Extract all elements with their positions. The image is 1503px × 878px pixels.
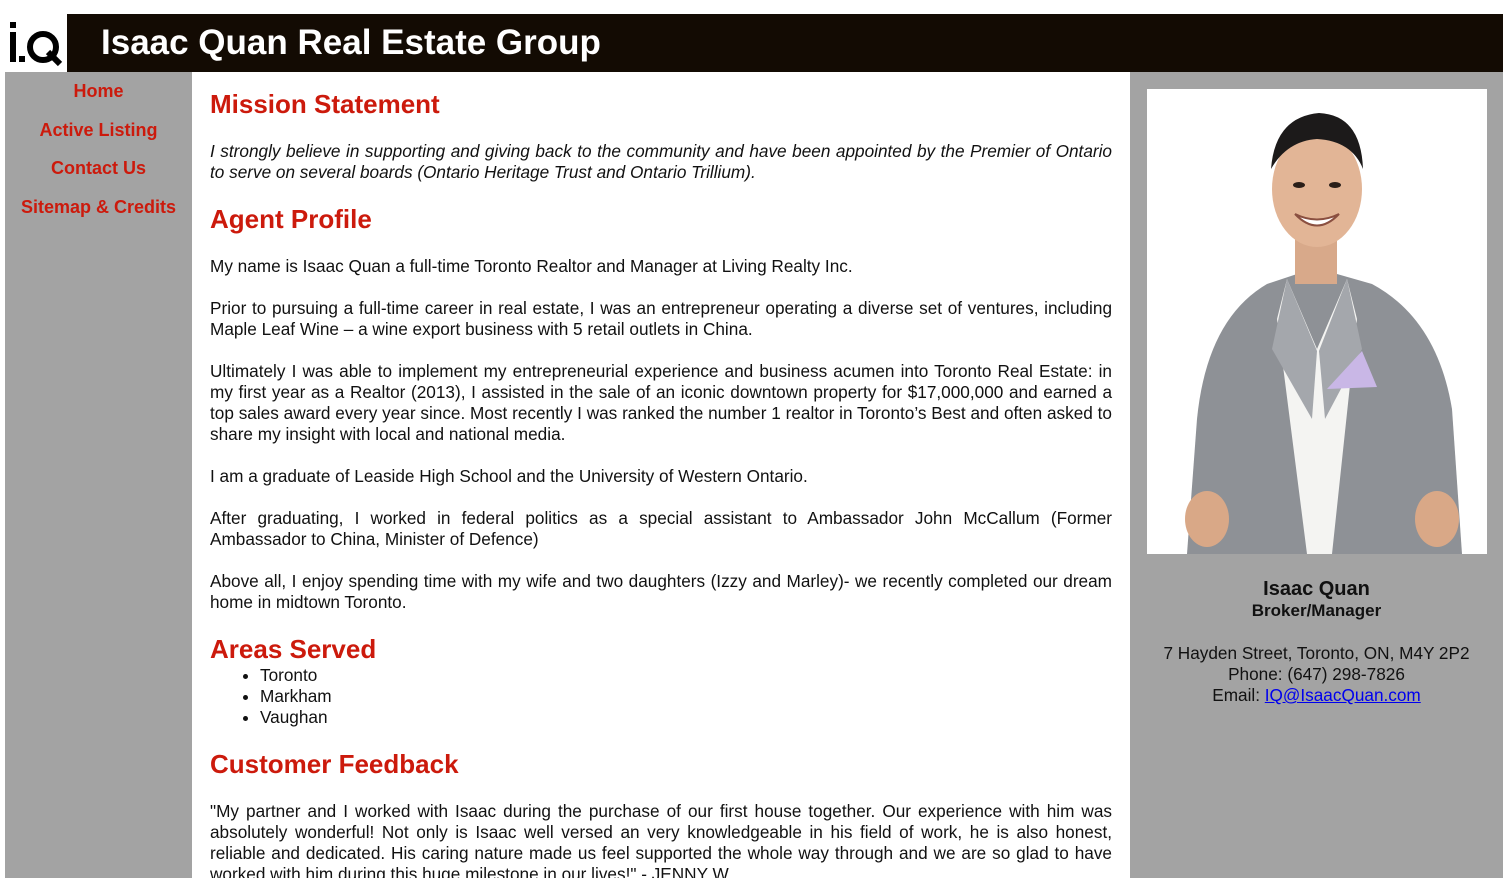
feedback-text: "My partner and I worked with Isaac duri…: [210, 801, 1112, 878]
agent-photo: [1147, 89, 1487, 554]
area-item: Markham: [260, 686, 332, 707]
agent-email-line: Email: IQ@IsaacQuan.com: [1130, 685, 1503, 706]
profile-paragraph: Ultimately I was able to implement my en…: [210, 361, 1112, 444]
agent-title: Broker/Manager: [1251, 601, 1382, 620]
agent-portrait-icon: [1147, 89, 1487, 554]
profile-paragraph: Prior to pursuing a full-time career in …: [210, 298, 1112, 339]
areas-heading: Areas Served: [210, 634, 377, 664]
profile-heading: Agent Profile: [210, 204, 372, 234]
page: Isaac Quan Real Estate Group Home Active…: [0, 0, 1503, 878]
site-header: Isaac Quan Real Estate Group: [5, 14, 1503, 72]
agent-panel: Isaac Quan Broker/Manager 7 Hayden Stree…: [1130, 72, 1503, 878]
agent-info: Isaac Quan Broker/Manager 7 Hayden Stree…: [1130, 577, 1503, 706]
logo[interactable]: [5, 14, 67, 72]
logo-mark: [8, 18, 64, 79]
areas-list: Toronto Markham Vaughan: [210, 665, 332, 728]
site-title[interactable]: Isaac Quan Real Estate Group: [101, 22, 601, 64]
agent-phone: Phone: (647) 298-7826: [1228, 664, 1405, 684]
agent-name: Isaac Quan: [1263, 578, 1370, 600]
nav-sitemap-credits-link[interactable]: Sitemap & Credits: [5, 196, 192, 218]
profile-paragraph: I am a graduate of Leaside High School a…: [210, 466, 808, 486]
profile-paragraph: Above all, I enjoy spending time with my…: [210, 571, 1112, 612]
agent-email-link[interactable]: IQ@IsaacQuan.com: [1265, 685, 1421, 705]
area-item: Toronto: [260, 665, 332, 686]
mission-heading: Mission Statement: [210, 89, 440, 119]
iq-logo-icon: [10, 22, 63, 67]
profile-paragraph: After graduating, I worked in federal po…: [210, 508, 1112, 549]
sidebar-nav: Home Active Listing Contact Us Sitemap &…: [5, 72, 192, 878]
main-content: Mission Statement I strongly believe in …: [192, 72, 1130, 878]
nav-home-link[interactable]: Home: [5, 80, 192, 102]
agent-address: 7 Hayden Street, Toronto, ON, M4Y 2P2: [1163, 643, 1470, 663]
feedback-heading: Customer Feedback: [210, 749, 459, 779]
mission-text: I strongly believe in supporting and giv…: [210, 141, 1112, 182]
nav-active-listing-link[interactable]: Active Listing: [5, 119, 192, 141]
area-item: Vaughan: [260, 707, 332, 728]
profile-paragraph: My name is Isaac Quan a full-time Toront…: [210, 256, 853, 276]
agent-email-label: Email:: [1212, 685, 1265, 705]
nav-contact-us-link[interactable]: Contact Us: [5, 157, 192, 179]
